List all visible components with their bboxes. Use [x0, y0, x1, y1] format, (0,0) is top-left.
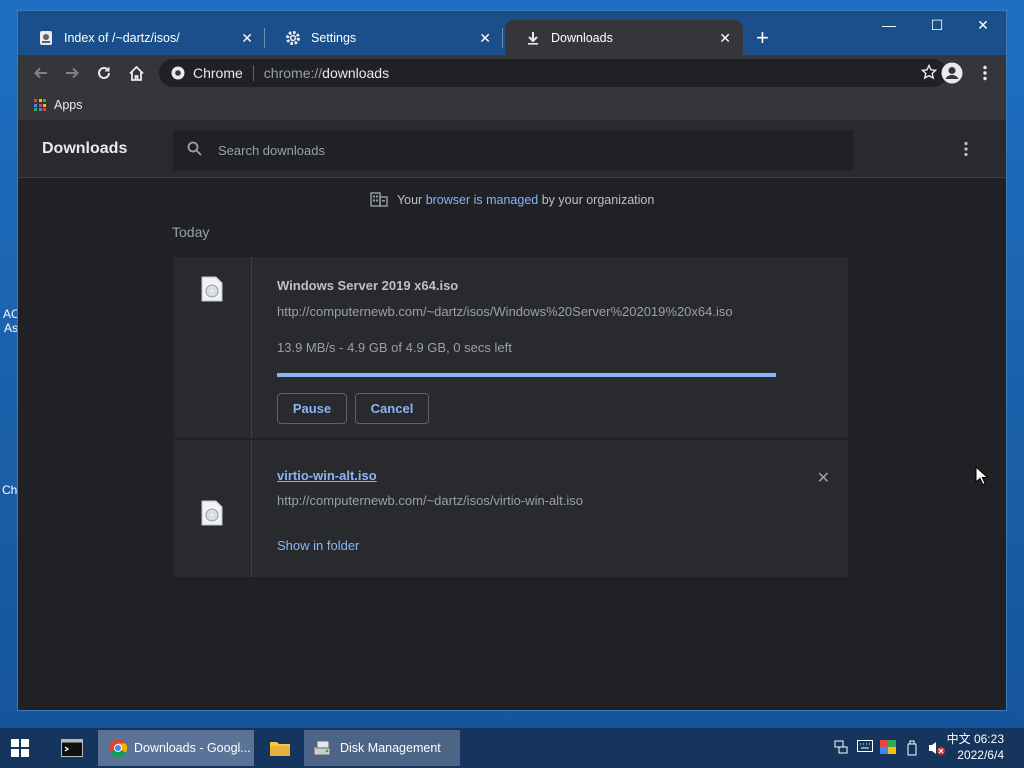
clock-date: 2022/6/4 [957, 748, 1004, 762]
site-chip[interactable]: Chrome [171, 65, 243, 81]
download-card: Windows Server 2019 x64.iso http://compu… [174, 257, 848, 439]
reload-icon [98, 66, 110, 79]
kebab-menu-icon [983, 65, 987, 81]
file-url: http://computernewb.com/~dartz/isos/virt… [277, 493, 583, 508]
cancel-button[interactable]: Cancel [355, 393, 429, 424]
chrome-menu-button[interactable] [975, 63, 995, 83]
chrome-icon [171, 66, 185, 80]
managed-prefix: Your [396, 192, 423, 207]
back-button[interactable] [31, 63, 51, 83]
show-in-folder-link[interactable]: Show in folder [277, 538, 359, 553]
start-button[interactable] [10, 730, 40, 766]
reload-button[interactable] [94, 63, 114, 83]
downloads-menu-button[interactable] [964, 141, 968, 162]
close-tab-icon[interactable]: ✕ [719, 30, 731, 47]
gear-icon [285, 30, 301, 46]
folder-icon [270, 742, 290, 756]
download-progress-bar [277, 373, 776, 377]
taskbar-item-label: Downloads - Googl... [134, 741, 251, 755]
desktop-icon-label[interactable]: As [4, 321, 18, 335]
browser-toolbar: Chrome chrome://downloads [18, 55, 1006, 91]
home-button[interactable] [126, 63, 146, 83]
kebab-menu-icon [964, 141, 968, 157]
apps-grid-icon [34, 99, 46, 111]
minimize-button[interactable]: — [874, 17, 904, 33]
managed-link[interactable]: browser is managed [426, 193, 539, 207]
file-icon-column [174, 257, 252, 438]
volume-muted-icon[interactable] [928, 740, 946, 756]
tab-index-of-isos[interactable]: Index of /~dartz/isos/ ✕ [18, 20, 265, 55]
taskbar-terminal[interactable] [56, 730, 88, 766]
bookmark-star-icon[interactable] [920, 63, 938, 83]
terminal-icon [61, 739, 83, 757]
disc-image-file-icon [201, 276, 223, 302]
tab-title: Downloads [551, 30, 613, 45]
bookmarks-bar: Apps [18, 91, 1006, 121]
pause-button[interactable]: Pause [277, 393, 347, 424]
page-title: Downloads [42, 140, 128, 157]
disc-image-file-icon [201, 500, 223, 526]
url-host: downloads [322, 65, 390, 81]
display-settings-icon[interactable] [880, 740, 896, 754]
download-icon [525, 30, 541, 46]
site-chip-label: Chrome [193, 65, 243, 81]
mouse-cursor-icon [975, 466, 988, 486]
disk-management-icon [313, 740, 331, 756]
omnibox-separator [252, 65, 254, 81]
home-icon [128, 65, 144, 81]
taskbar: Downloads - Googl... Disk Management 中文 … [0, 728, 1024, 768]
close-window-button[interactable]: ✕ [968, 17, 998, 34]
browser-window: Index of /~dartz/isos/ ✕ Settings ✕ Down… [17, 10, 1007, 711]
keyboard-icon[interactable] [857, 740, 873, 752]
downloads-header: Downloads Search downloads [18, 121, 1006, 178]
network-icon[interactable] [834, 740, 848, 754]
tab-title: Index of /~dartz/isos/ [64, 30, 180, 45]
windows-logo-icon [11, 739, 29, 757]
chrome-icon [109, 739, 128, 757]
search-placeholder: Search downloads [218, 142, 325, 158]
search-input[interactable]: Search downloads [173, 130, 853, 170]
apps-label: Apps [54, 98, 83, 112]
tab-settings[interactable]: Settings ✕ [265, 20, 503, 55]
remove-from-list-icon[interactable]: ✕ [817, 468, 830, 488]
system-clock[interactable]: 中文 06:23 2022/6/4 [947, 731, 1004, 763]
tab-strip: Index of /~dartz/isos/ ✕ Settings ✕ Down… [18, 11, 1006, 55]
taskbar-file-explorer[interactable] [264, 730, 296, 766]
forward-arrow-icon [66, 67, 79, 79]
new-tab-button[interactable]: + [756, 25, 769, 51]
account-icon [941, 62, 963, 84]
download-card: virtio-win-alt.iso http://computernewb.c… [174, 440, 848, 578]
maximize-button[interactable]: ☐ [922, 17, 952, 34]
tab-title: Settings [311, 30, 357, 45]
back-arrow-icon [34, 67, 47, 79]
file-url: http://computernewb.com/~dartz/isos/Wind… [277, 304, 733, 319]
building-icon [369, 191, 388, 210]
usb-device-icon[interactable] [906, 740, 918, 756]
clock-time: 中文 06:23 [946, 732, 1004, 746]
managed-suffix: by your organization [541, 192, 655, 207]
close-tab-icon[interactable]: ✕ [241, 30, 253, 47]
download-status: 13.9 MB/s - 4.9 GB of 4.9 GB, 0 secs lef… [277, 340, 512, 355]
taskbar-item-label: Disk Management [340, 741, 441, 755]
desktop-icon-label[interactable]: Ch [2, 483, 17, 497]
profile-avatar[interactable] [940, 61, 964, 85]
url-scheme: chrome:// [263, 65, 323, 81]
tab-downloads[interactable]: Downloads ✕ [505, 20, 743, 55]
taskbar-chrome[interactable]: Downloads - Googl... [98, 730, 254, 766]
file-icon-column [174, 440, 252, 577]
page-icon [38, 30, 54, 46]
section-today: Today [172, 224, 210, 240]
close-tab-icon[interactable]: ✕ [479, 30, 491, 47]
search-icon [187, 141, 202, 159]
file-name-link[interactable]: virtio-win-alt.iso [277, 468, 377, 483]
forward-button[interactable] [62, 63, 82, 83]
apps-shortcut[interactable]: Apps [34, 98, 83, 112]
download-progress-fill [277, 373, 776, 377]
taskbar-disk-management[interactable]: Disk Management [304, 730, 460, 766]
managed-notice: Your browser is managed by your organiza… [18, 191, 1006, 210]
address-bar[interactable]: Chrome chrome://downloads [159, 59, 947, 87]
file-name: Windows Server 2019 x64.iso [277, 278, 459, 293]
